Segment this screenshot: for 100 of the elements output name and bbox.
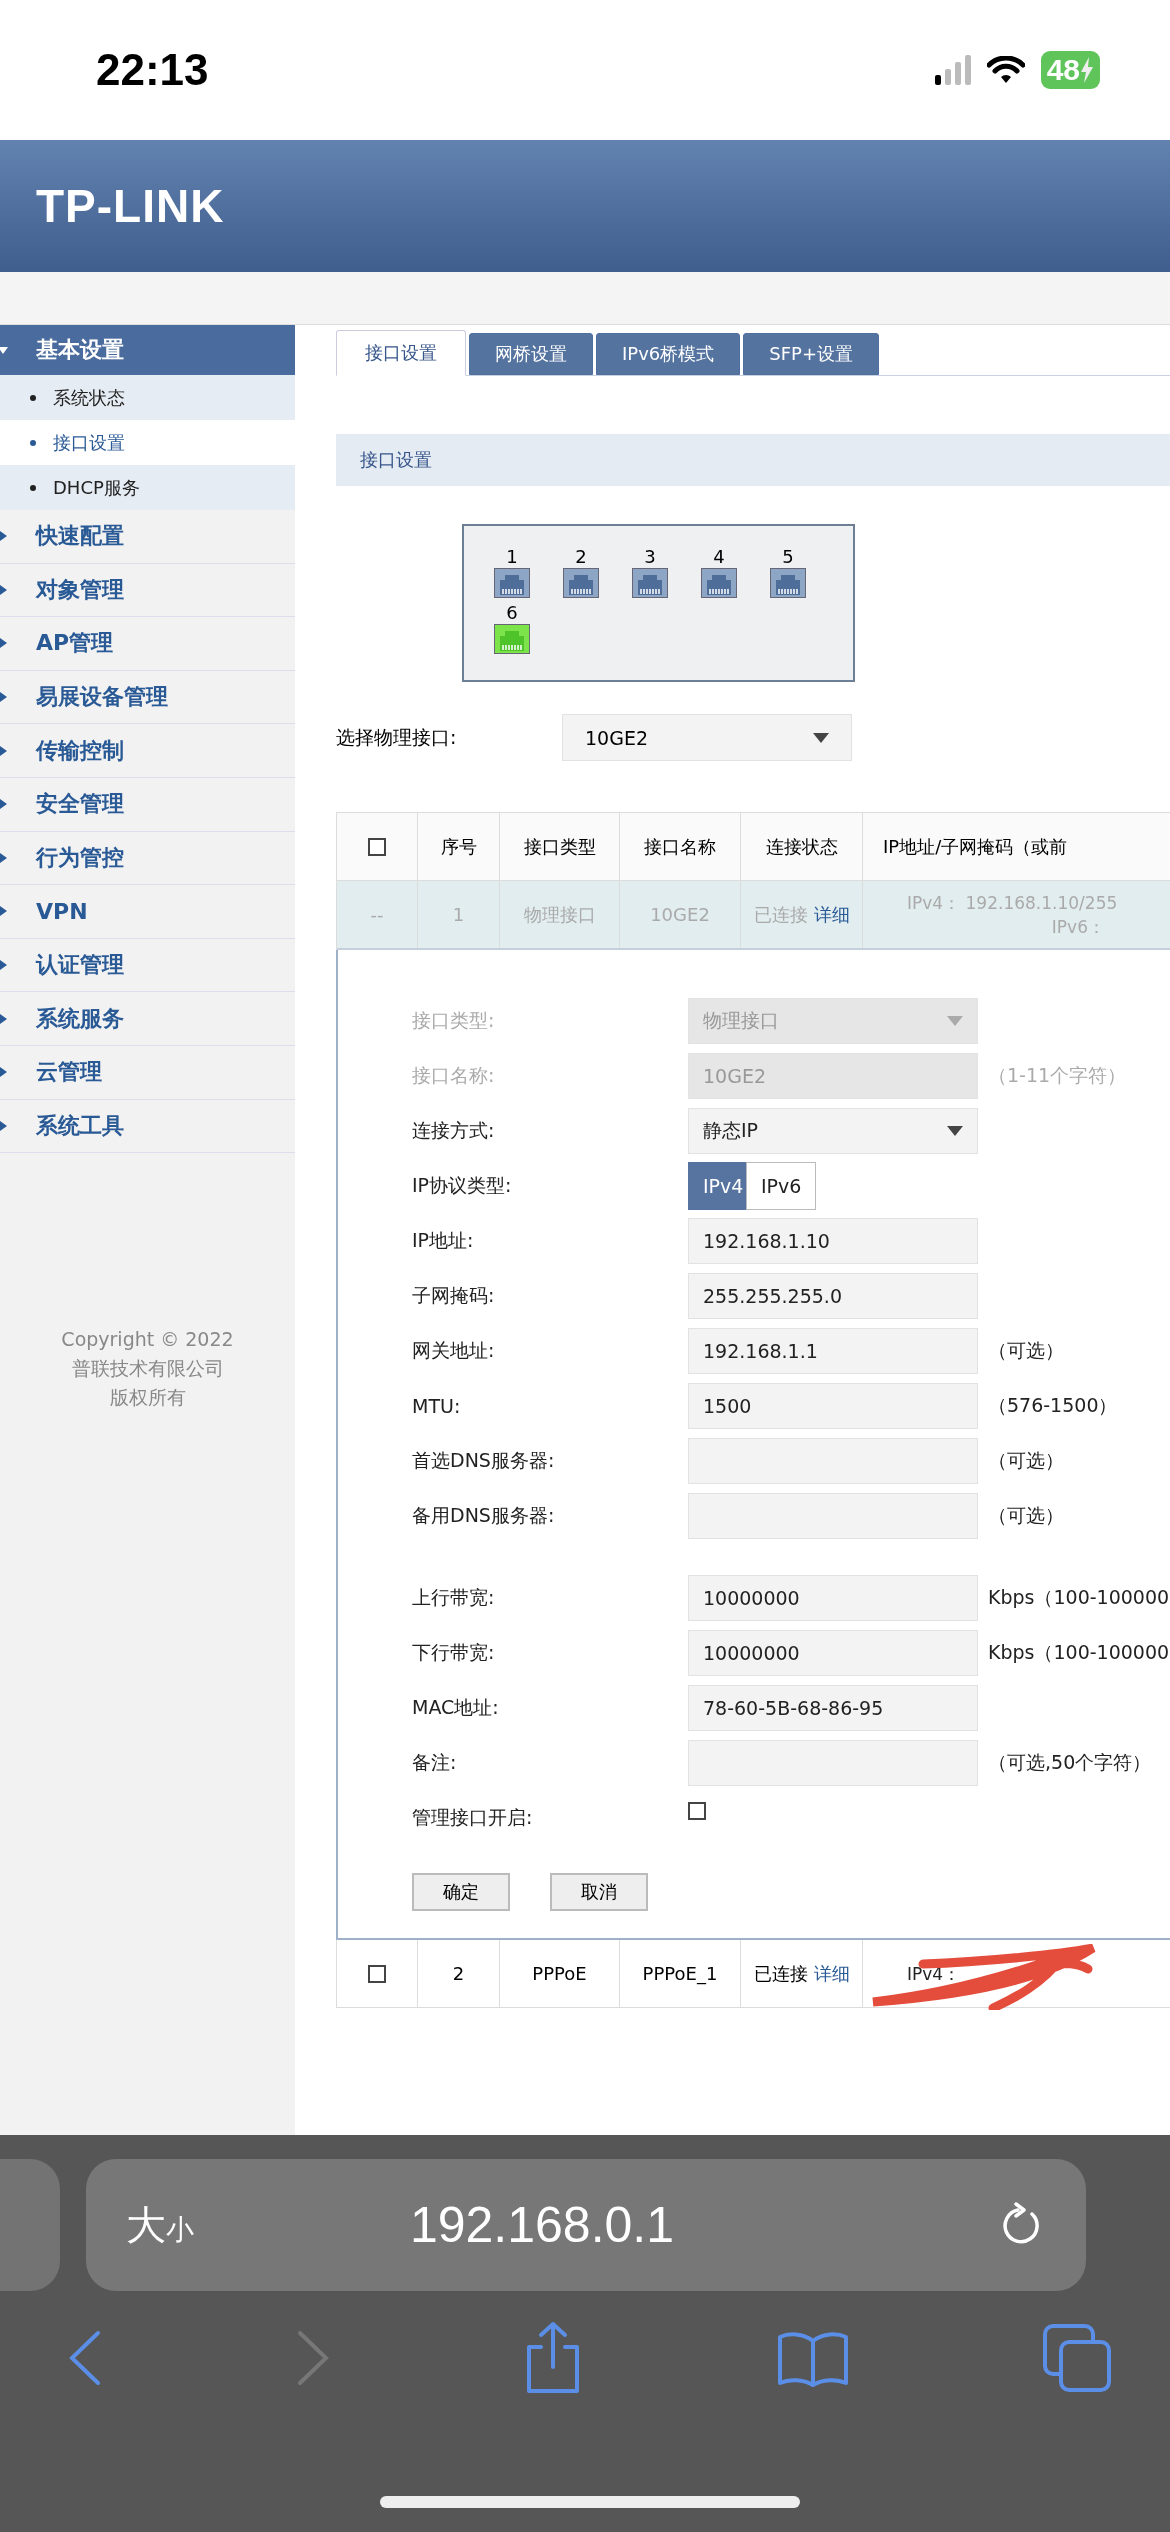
sidebar-item[interactable]: 系统状态 (0, 375, 295, 420)
caret-right-icon (0, 584, 8, 595)
caret-right-icon (0, 1120, 8, 1131)
ethernet-port-icon[interactable] (494, 568, 530, 598)
sidebar-group[interactable]: 快速配置 (0, 510, 295, 564)
tabs-icon[interactable] (1042, 2323, 1112, 2393)
caret-right-icon (0, 1067, 8, 1078)
field-label: 备注: (412, 1749, 458, 1775)
sidebar-group[interactable]: 认证管理 (0, 938, 295, 993)
field-label: MTU: (412, 1394, 462, 1417)
sidebar-group[interactable]: 易展设备管理 (0, 670, 295, 725)
column-header: 连接状态 (741, 813, 863, 880)
input-field[interactable] (688, 1492, 978, 1539)
sidebar-group[interactable]: 基本设置 (0, 325, 295, 375)
column-header: 接口名称 (620, 813, 741, 880)
field-label: 选择物理接口: (336, 724, 458, 750)
caret-down-icon (0, 345, 8, 355)
address-bar[interactable]: 大小 192.168.0.1 (86, 2159, 1086, 2291)
field-hint: （可选） (988, 1337, 1064, 1363)
table-cell: PPPoE (500, 1940, 620, 2007)
input-field[interactable]: 192.168.1.1 (688, 1327, 978, 1374)
sidebar-group[interactable]: VPN (0, 885, 295, 939)
port-number: 3 (644, 546, 656, 568)
tab[interactable]: 接口设置 (336, 330, 466, 376)
back-icon[interactable] (68, 2330, 102, 2386)
caret-right-icon (0, 906, 8, 917)
sidebar-item[interactable]: 接口设置 (0, 420, 295, 465)
checkbox[interactable] (368, 1964, 386, 1983)
caret-right-icon (0, 852, 8, 863)
table-cell: -- (370, 904, 384, 925)
ethernet-port-icon[interactable] (632, 568, 668, 598)
table-cell: 10GE2 (620, 881, 741, 948)
field-hint: （可选,50个字符） (988, 1749, 1152, 1775)
tab[interactable]: IPv6桥模式 (596, 333, 741, 375)
ethernet-port-icon[interactable] (770, 568, 806, 598)
form-button[interactable]: 取消 (550, 1873, 648, 1911)
port-dropdown[interactable]: 10GE2 (562, 714, 852, 761)
field-hint: （可选） (988, 1447, 1064, 1473)
tab[interactable]: 网桥设置 (469, 333, 593, 375)
field-label: 接口名称: (412, 1062, 496, 1088)
tab[interactable]: SFP+设置 (743, 333, 879, 375)
input-field[interactable]: 192.168.1.10 (688, 1217, 978, 1264)
ethernet-port-icon[interactable] (701, 568, 737, 598)
sidebar-group[interactable]: 系统服务 (0, 992, 295, 1046)
copyright-text: 版权所有 (109, 1385, 186, 1411)
text-size-button[interactable]: 大小 (126, 2197, 194, 2253)
caret-right-icon (0, 638, 8, 649)
ethernet-port-icon[interactable] (563, 568, 599, 598)
checkbox[interactable] (688, 1801, 706, 1820)
field-label: 首选DNS服务器: (412, 1447, 556, 1473)
ethernet-port-icon[interactable] (494, 624, 530, 654)
input-field[interactable]: 10000000 (688, 1629, 978, 1676)
field-hint: Kbps（100-100000 (988, 1584, 1170, 1610)
sidebar-group[interactable]: 传输控制 (0, 724, 295, 778)
battery-indicator: 48 (1040, 51, 1100, 89)
details-link[interactable]: 详细 (813, 902, 850, 927)
caret-right-icon (0, 745, 8, 756)
dropdown[interactable]: 静态IP (688, 1107, 978, 1154)
column-header: IP地址/子网掩码（或前 (882, 834, 1069, 859)
input-field[interactable] (688, 1739, 978, 1786)
field-label: 下行带宽: (412, 1639, 496, 1665)
input-field[interactable]: 1500 (688, 1382, 978, 1429)
field-hint: Kbps（100-100000 (988, 1639, 1170, 1665)
wifi-icon (986, 56, 1025, 84)
protocol-toggle[interactable]: IPv6 (746, 1161, 817, 1210)
column-header: 序号 (418, 813, 500, 880)
port-number: 6 (506, 602, 518, 624)
sidebar-group[interactable]: AP管理 (0, 617, 295, 671)
sidebar-group[interactable]: 对象管理 (0, 563, 295, 618)
sidebar-item[interactable]: DHCP服务 (0, 465, 295, 510)
checkbox[interactable] (368, 837, 386, 856)
input-field[interactable]: 10000000 (688, 1574, 978, 1621)
sidebar-group[interactable]: 行为管控 (0, 831, 295, 886)
port-number: 4 (713, 546, 725, 568)
bookmarks-icon[interactable] (776, 2329, 849, 2387)
field-label: 备用DNS服务器: (412, 1502, 556, 1528)
input-field[interactable]: 78-60-5B-68-86-95 (688, 1684, 978, 1731)
table-cell: 1 (418, 881, 500, 948)
field-hint: （576-1500） (988, 1392, 1118, 1418)
details-link[interactable]: 详细 (813, 1961, 850, 1986)
input-field[interactable] (688, 1437, 978, 1484)
protocol-toggle[interactable]: IPv4 (688, 1161, 746, 1210)
field-label: MAC地址: (412, 1694, 500, 1720)
table-cell: PPPoE_1 (620, 1940, 741, 2007)
input-field[interactable]: 255.255.255.0 (688, 1272, 978, 1319)
caret-down-icon (947, 1125, 963, 1136)
sidebar-group[interactable]: 云管理 (0, 1045, 295, 1100)
caret-right-icon (0, 692, 8, 703)
field-hint: （1-11个字符） (988, 1062, 1127, 1088)
ip-text: IPv4： (906, 1962, 961, 1986)
sidebar-group[interactable]: 安全管理 (0, 777, 295, 832)
table-cell: 物理接口 (500, 881, 620, 948)
caret-right-icon (0, 1013, 8, 1024)
form-button[interactable]: 确定 (412, 1873, 510, 1911)
caret-down-icon (813, 732, 829, 743)
field-label: 上行带宽: (412, 1584, 496, 1610)
column-header: 接口类型 (500, 813, 620, 880)
field-label: 管理接口开启: (412, 1804, 534, 1830)
sidebar-group[interactable]: 系统工具 (0, 1099, 295, 1154)
field-label: IP地址: (412, 1227, 475, 1253)
